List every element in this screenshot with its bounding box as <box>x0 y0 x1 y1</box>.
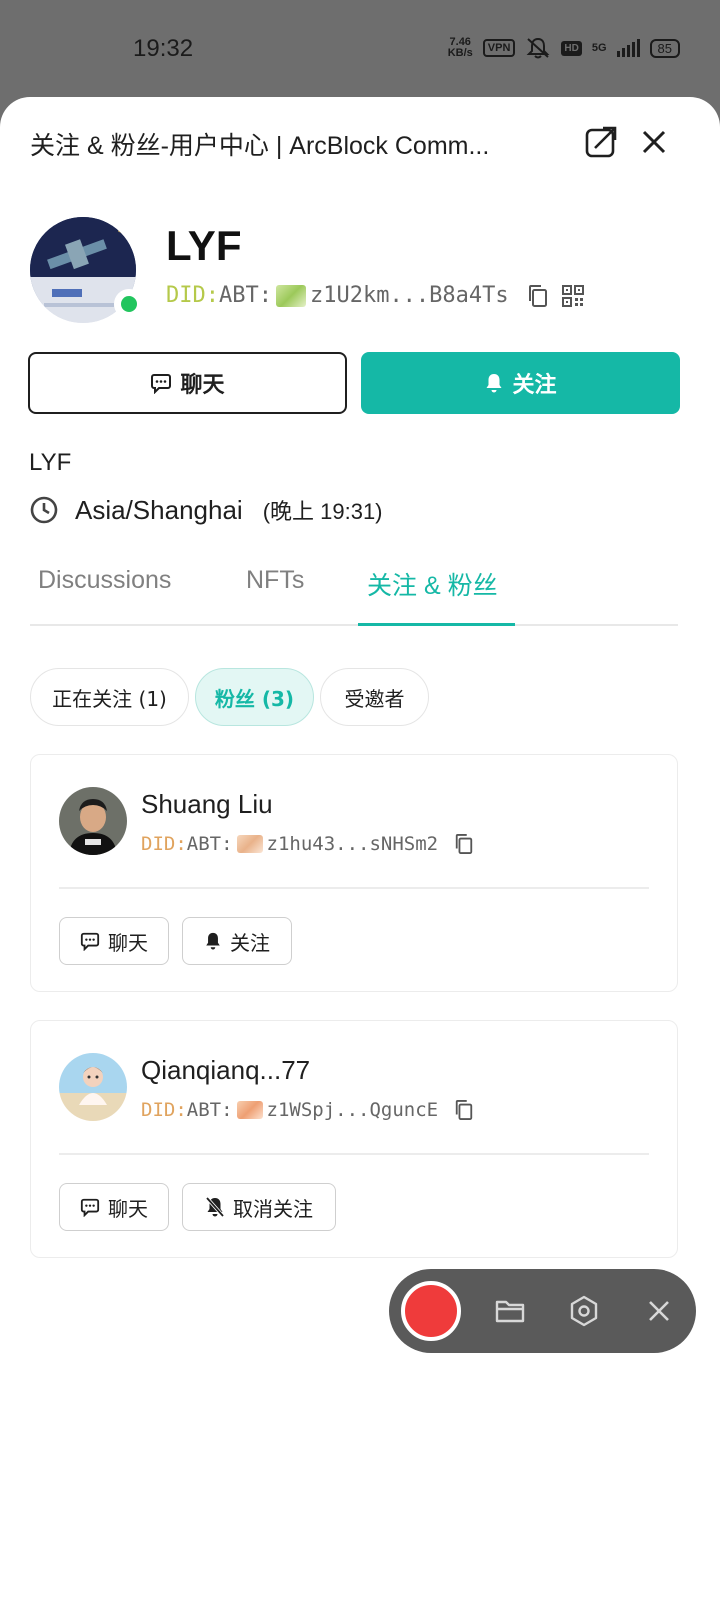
chat-icon <box>80 1198 100 1217</box>
did-abt: ABT: <box>186 1099 233 1121</box>
did-value: z1WSpj...QguncE <box>266 1099 439 1121</box>
network-type: 5G <box>591 42 607 54</box>
timezone-row: Asia/Shanghai (晚上 19:31) <box>29 494 383 526</box>
bell-icon <box>206 932 220 950</box>
close-icon[interactable] <box>642 1294 676 1328</box>
divider <box>59 887 649 889</box>
qr-code-icon[interactable] <box>561 284 585 308</box>
status-icons: 7.46 KB/s VPN HD 5G 85 <box>448 36 680 60</box>
status-bar: 19:32 7.46 KB/s VPN HD 5G 85 <box>0 0 720 100</box>
bell-off-icon <box>205 1196 225 1218</box>
follower-did: DID: ABT: z1hu43...sNHSm2 <box>141 833 474 855</box>
signal-icon <box>616 39 640 57</box>
did-avatar-icon <box>236 835 263 853</box>
profile-name: LYF <box>166 222 242 269</box>
did-value: z1hu43...sNHSm2 <box>266 833 439 855</box>
profile-bio: LYF <box>29 449 72 476</box>
bell-icon <box>486 374 502 393</box>
follower-card: Shuang Liu DID: ABT: z1hu43...sNHSm2 聊天 … <box>30 754 678 992</box>
tab-nfts[interactable]: NFTs <box>246 566 304 595</box>
follower-card: Qianqianq...77 DID: ABT: z1WSpj...QguncE… <box>30 1020 678 1258</box>
page-title: 关注 & 粉丝-用户中心 | ArcBlock Comm... <box>30 132 490 160</box>
copy-icon[interactable] <box>454 1099 474 1121</box>
chat-button[interactable]: 聊天 <box>59 917 169 965</box>
avatar <box>59 1053 127 1121</box>
did-avatar-icon <box>275 284 306 307</box>
clock-icon <box>30 496 58 524</box>
chat-button-label: 聊天 <box>180 373 225 398</box>
tab-discussions[interactable]: Discussions <box>38 566 171 595</box>
screen-recorder-toolbar <box>389 1269 696 1353</box>
mute-icon <box>526 37 550 59</box>
vpn-icon: VPN <box>482 39 516 57</box>
did-value: z1U2km...B8a4Ts <box>309 283 509 308</box>
follow-button[interactable]: 关注 <box>361 352 680 414</box>
hd-icon: HD <box>561 40 582 56</box>
speed-unit: KB/s <box>447 47 473 59</box>
record-button[interactable] <box>401 1281 461 1341</box>
chat-button[interactable]: 聊天 <box>59 1183 169 1231</box>
divider <box>59 1153 649 1155</box>
follow-button-label: 关注 <box>230 930 270 955</box>
unfollow-button-label: 取消关注 <box>233 1196 313 1221</box>
filter-following[interactable]: 正在关注 (1) <box>30 668 189 726</box>
did-prefix: DID: <box>141 833 187 855</box>
follow-button-label: 关注 <box>512 373 557 398</box>
follower-name: Shuang Liu <box>141 789 273 819</box>
chat-button-label: 聊天 <box>108 1196 148 1221</box>
status-time: 19:32 <box>133 35 194 62</box>
timezone-name: Asia/Shanghai <box>75 494 243 525</box>
copy-icon[interactable] <box>527 284 549 308</box>
follow-button[interactable]: 关注 <box>182 917 292 965</box>
did-avatar-icon <box>236 1101 263 1119</box>
unfollow-button[interactable]: 取消关注 <box>182 1183 336 1231</box>
chat-icon <box>151 374 172 394</box>
did-prefix: DID: <box>166 283 219 308</box>
folder-icon[interactable] <box>493 1294 527 1328</box>
copy-icon[interactable] <box>454 833 474 855</box>
online-status-indicator <box>114 289 144 319</box>
settings-icon[interactable] <box>567 1294 601 1328</box>
profile-tabs: Discussions NFTs 关注 & 粉丝 <box>30 560 678 626</box>
local-time: (晚上 19:31) <box>262 499 383 524</box>
follower-did: DID: ABT: z1WSpj...QguncE <box>141 1099 474 1121</box>
network-speed: 7.46 KB/s <box>448 37 473 59</box>
chat-button-label: 聊天 <box>108 930 148 955</box>
did-abt: ABT: <box>218 283 272 308</box>
tab-follow-fans[interactable]: 关注 & 粉丝 <box>367 566 498 602</box>
chat-icon <box>80 932 100 951</box>
filter-invitees[interactable]: 受邀者 <box>320 668 429 726</box>
did-abt: ABT: <box>186 833 233 855</box>
follower-name: Qianqianq...77 <box>141 1055 311 1085</box>
avatar <box>59 787 127 855</box>
filter-followers[interactable]: 粉丝 (3) <box>195 668 314 726</box>
battery-icon: 85 <box>649 38 680 58</box>
profile-did: DID: ABT: z1U2km...B8a4Ts <box>166 283 585 308</box>
close-icon[interactable] <box>636 124 672 160</box>
open-external-icon[interactable] <box>583 124 619 160</box>
did-prefix: DID: <box>141 1099 187 1121</box>
chat-button[interactable]: 聊天 <box>28 352 347 414</box>
active-tab-indicator <box>358 623 515 626</box>
